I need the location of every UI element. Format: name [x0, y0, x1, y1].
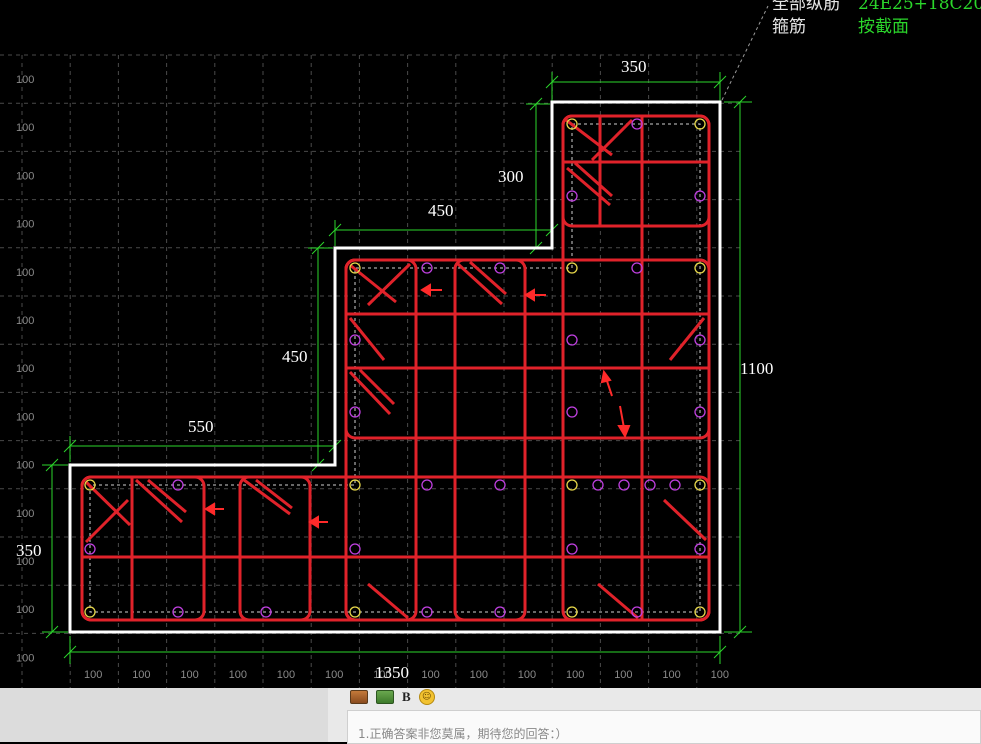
grid-col-label: 100 — [566, 669, 584, 681]
side-bar[interactable] — [592, 479, 604, 491]
dim-mid-height: 450 — [282, 347, 308, 366]
legend-stirrup-value: 按截面 — [858, 17, 909, 37]
dim-total-height: 1100 — [740, 359, 773, 378]
grid-row-label: 100 — [16, 267, 34, 279]
side-bar[interactable] — [349, 543, 361, 555]
grid-col-label: 100 — [277, 669, 295, 681]
editor-toolbar: B ☺ — [350, 688, 435, 706]
insert-photo-icon[interactable] — [376, 690, 394, 704]
stirrups[interactable] — [80, 114, 711, 622]
grid-col-label: 100 — [614, 669, 632, 681]
grid-row-label: 100 — [16, 74, 34, 86]
dim-left-height: 350 — [16, 541, 42, 560]
grid-row-label: 100 — [16, 652, 34, 664]
emoji-icon[interactable]: ☺ — [418, 689, 435, 705]
legend-longitudinal-label: 全部纵筋 — [772, 0, 840, 14]
side-bar[interactable] — [566, 543, 578, 555]
reply-panel: B ☺ 1.正确答案非您莫属，期待您的回答：） — [0, 688, 981, 744]
grid-col-label: 100 — [711, 669, 729, 681]
grid-row-label: 100 — [16, 411, 34, 423]
grid-lines — [0, 54, 740, 688]
dim-top-width: 350 — [621, 57, 647, 76]
grid-col-label: 100 — [84, 669, 102, 681]
grid-row-label: 100 — [16, 363, 34, 375]
grid-row-label: 100 — [16, 508, 34, 520]
side-bar[interactable] — [566, 334, 578, 346]
grid-row-label: 100 — [16, 604, 34, 616]
grid-col-label: 100 — [662, 669, 680, 681]
bold-button[interactable]: B — [402, 689, 411, 705]
legend-leader-line — [721, 5, 769, 101]
grid-col-label: 100 — [229, 669, 247, 681]
insert-image-icon[interactable] — [350, 690, 368, 704]
grid-col-label: 100 — [132, 669, 150, 681]
grid-row-label: 100 — [16, 122, 34, 134]
grid-row-label: 100 — [16, 315, 34, 327]
grid-col-label: 100 — [180, 669, 198, 681]
dim-left-width: 550 — [188, 417, 214, 436]
grid-col-label: 100 — [421, 669, 439, 681]
grid-row-label: 100 — [16, 460, 34, 472]
legend-longitudinal-value: 24E25+18C20 — [858, 0, 981, 14]
cad-drawing[interactable]: 100100100100100100100100100100100100100 … — [0, 0, 981, 688]
reply-input[interactable]: 1.正确答案非您莫属，期待您的回答：） — [347, 710, 981, 744]
reply-placeholder: 1.正确答案非您莫属，期待您的回答：） — [358, 727, 568, 741]
dim-step-height: 300 — [498, 167, 524, 186]
grid-row-label: 100 — [16, 170, 34, 182]
grid-row-label: 100 — [16, 219, 34, 231]
grid-col-label: 100 — [325, 669, 343, 681]
dim-step-width: 450 — [428, 201, 454, 220]
legend-stirrup-label: 箍筋 — [772, 17, 806, 37]
side-bar[interactable] — [566, 406, 578, 418]
dim-total-width: 1350 — [375, 663, 409, 682]
grid-col-label: 100 — [518, 669, 536, 681]
left-panel-strip — [0, 688, 328, 742]
grid-col-label: 100 — [470, 669, 488, 681]
grid-row-labels: 100100100100100100100100100100100100100 — [16, 74, 34, 664]
